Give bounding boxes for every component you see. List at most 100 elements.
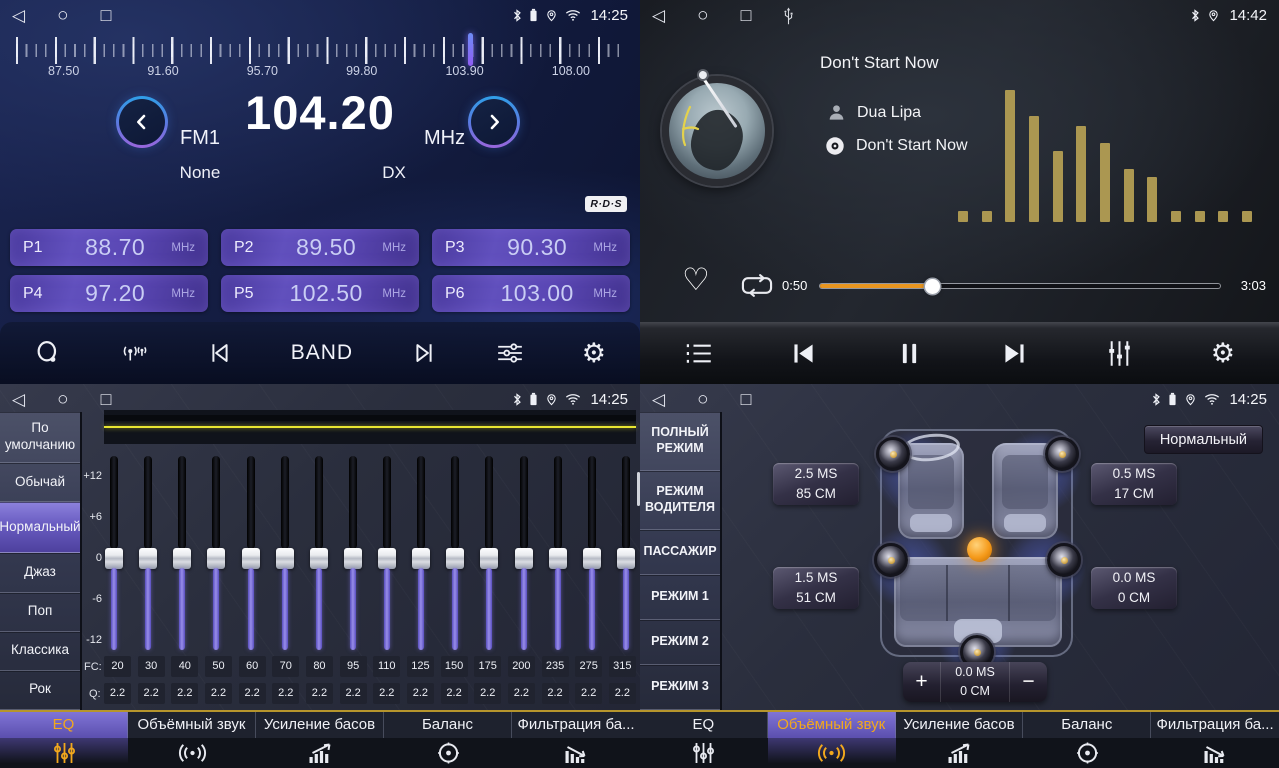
fc-value[interactable]: 110: [373, 656, 400, 677]
slider-handle[interactable]: [412, 548, 430, 569]
fc-value[interactable]: 125: [407, 656, 434, 677]
eq-band-slider[interactable]: [275, 456, 295, 652]
next-icon[interactable]: [1000, 339, 1029, 368]
soundfield-mode-item[interactable]: РЕЖИМ 3: [640, 665, 720, 710]
back-icon[interactable]: ◁: [652, 7, 665, 24]
eq-band-slider[interactable]: [479, 456, 499, 652]
fc-value[interactable]: 315: [609, 656, 636, 677]
soundfield-mode-item[interactable]: ПОЛНЫЙ РЕЖИМ: [640, 412, 720, 471]
slider-handle[interactable]: [310, 548, 328, 569]
eq-band-slider[interactable]: [548, 456, 568, 652]
slider-handle[interactable]: [549, 548, 567, 569]
back-icon[interactable]: ◁: [12, 391, 25, 408]
eq-band-slider[interactable]: [411, 456, 431, 652]
q-value[interactable]: 2.2: [138, 683, 165, 704]
q-value[interactable]: 2.2: [474, 683, 501, 704]
tab-bass-boost[interactable]: Усиление басов: [896, 712, 1024, 768]
fc-value[interactable]: 95: [340, 656, 367, 677]
scan-icon[interactable]: [34, 339, 62, 367]
eq-band-slider[interactable]: [206, 456, 226, 652]
recents-icon[interactable]: □: [101, 6, 112, 24]
next-outline-icon[interactable]: [411, 339, 439, 367]
fc-value[interactable]: 40: [171, 656, 198, 677]
prev-icon[interactable]: [789, 339, 818, 368]
back-icon[interactable]: ◁: [652, 391, 665, 408]
radio-preset-p5[interactable]: P5102.50MHz: [221, 275, 419, 312]
recents-icon[interactable]: □: [101, 390, 112, 408]
soundfield-mode-item[interactable]: РЕЖИМ 1: [640, 575, 720, 620]
fc-value[interactable]: 70: [272, 656, 299, 677]
home-icon[interactable]: ○: [57, 390, 68, 409]
slider-handle[interactable]: [480, 548, 498, 569]
soundfield-mode-item[interactable]: ПАССАЖИР: [640, 530, 720, 575]
playlist-icon[interactable]: [684, 339, 713, 368]
fc-value[interactable]: 235: [542, 656, 569, 677]
tab-balance[interactable]: Баланс: [1023, 712, 1151, 768]
band-button[interactable]: BAND: [291, 341, 353, 365]
q-value[interactable]: 2.2: [239, 683, 266, 704]
fc-value[interactable]: 200: [508, 656, 535, 677]
eq-preset-item[interactable]: По умолчанию: [0, 412, 80, 463]
decrease-delay-button[interactable]: −: [1009, 662, 1047, 702]
radio-preset-p2[interactable]: P289.50MHz: [221, 229, 419, 266]
eq-band-slider[interactable]: [309, 456, 329, 652]
q-value[interactable]: 2.2: [542, 683, 569, 704]
eq-band-slider[interactable]: [445, 456, 465, 652]
slider-handle[interactable]: [344, 548, 362, 569]
fc-value[interactable]: 80: [306, 656, 333, 677]
slider-handle[interactable]: [139, 548, 157, 569]
home-icon[interactable]: ○: [697, 6, 708, 25]
home-icon[interactable]: ○: [697, 390, 708, 409]
repeat-button[interactable]: [740, 272, 774, 304]
tab-bass-boost[interactable]: Усиление басов: [256, 712, 384, 768]
progress-bar[interactable]: [820, 284, 1220, 288]
slider-handle[interactable]: [173, 548, 191, 569]
fc-value[interactable]: 275: [575, 656, 602, 677]
mixer-v-icon[interactable]: [1105, 339, 1134, 368]
recents-icon[interactable]: □: [741, 6, 752, 24]
tab-eq-bars[interactable]: EQ: [0, 712, 128, 768]
pause-icon[interactable]: [895, 339, 924, 368]
slider-handle[interactable]: [583, 548, 601, 569]
eq-band-slider[interactable]: [241, 456, 261, 652]
soundfield-preset-button[interactable]: Нормальный: [1144, 425, 1263, 454]
eq-preset-item[interactable]: Классика: [0, 632, 80, 671]
favorite-button[interactable]: ♡: [682, 264, 710, 295]
fc-value[interactable]: 175: [474, 656, 501, 677]
eq-band-slider[interactable]: [616, 456, 636, 652]
q-value[interactable]: 2.2: [171, 683, 198, 704]
increase-delay-button[interactable]: +: [903, 662, 941, 702]
eq-preset-item[interactable]: Джаз: [0, 553, 80, 592]
recents-icon[interactable]: □: [741, 390, 752, 408]
tab-filter[interactable]: Фильтрация ба...: [512, 712, 640, 768]
broadcast-icon[interactable]: [120, 339, 148, 367]
eq-band-slider[interactable]: [138, 456, 158, 652]
tab-eq-bars[interactable]: EQ: [640, 712, 768, 768]
fc-value[interactable]: 150: [441, 656, 468, 677]
tab-surround[interactable]: Объёмный звук: [768, 712, 896, 768]
q-value[interactable]: 2.2: [104, 683, 131, 704]
front-left-delay-button[interactable]: 2.5 MS 85 CM: [773, 463, 859, 505]
slider-handle[interactable]: [242, 548, 260, 569]
eq-band-slider[interactable]: [343, 456, 363, 652]
q-value[interactable]: 2.2: [373, 683, 400, 704]
front-right-delay-button[interactable]: 0.5 MS 17 CM: [1091, 463, 1177, 505]
radio-preset-p3[interactable]: P390.30MHz: [432, 229, 630, 266]
slider-handle[interactable]: [378, 548, 396, 569]
q-value[interactable]: 2.2: [508, 683, 535, 704]
gear-icon[interactable]: ⚙: [1211, 340, 1235, 367]
q-value[interactable]: 2.2: [272, 683, 299, 704]
slider-handle[interactable]: [276, 548, 294, 569]
q-value[interactable]: 2.2: [441, 683, 468, 704]
eq-preset-item[interactable]: Обычай: [0, 463, 80, 502]
usb-icon[interactable]: [783, 5, 794, 25]
eq-band-slider[interactable]: [582, 456, 602, 652]
q-value[interactable]: 2.2: [609, 683, 636, 704]
mixer-h-icon[interactable]: [496, 339, 524, 367]
q-value[interactable]: 2.2: [575, 683, 602, 704]
eq-band-slider[interactable]: [104, 456, 124, 652]
listening-position-dot[interactable]: [967, 537, 992, 562]
back-icon[interactable]: ◁: [12, 7, 25, 24]
radio-preset-p1[interactable]: P188.70MHz: [10, 229, 208, 266]
slider-handle[interactable]: [515, 548, 533, 569]
